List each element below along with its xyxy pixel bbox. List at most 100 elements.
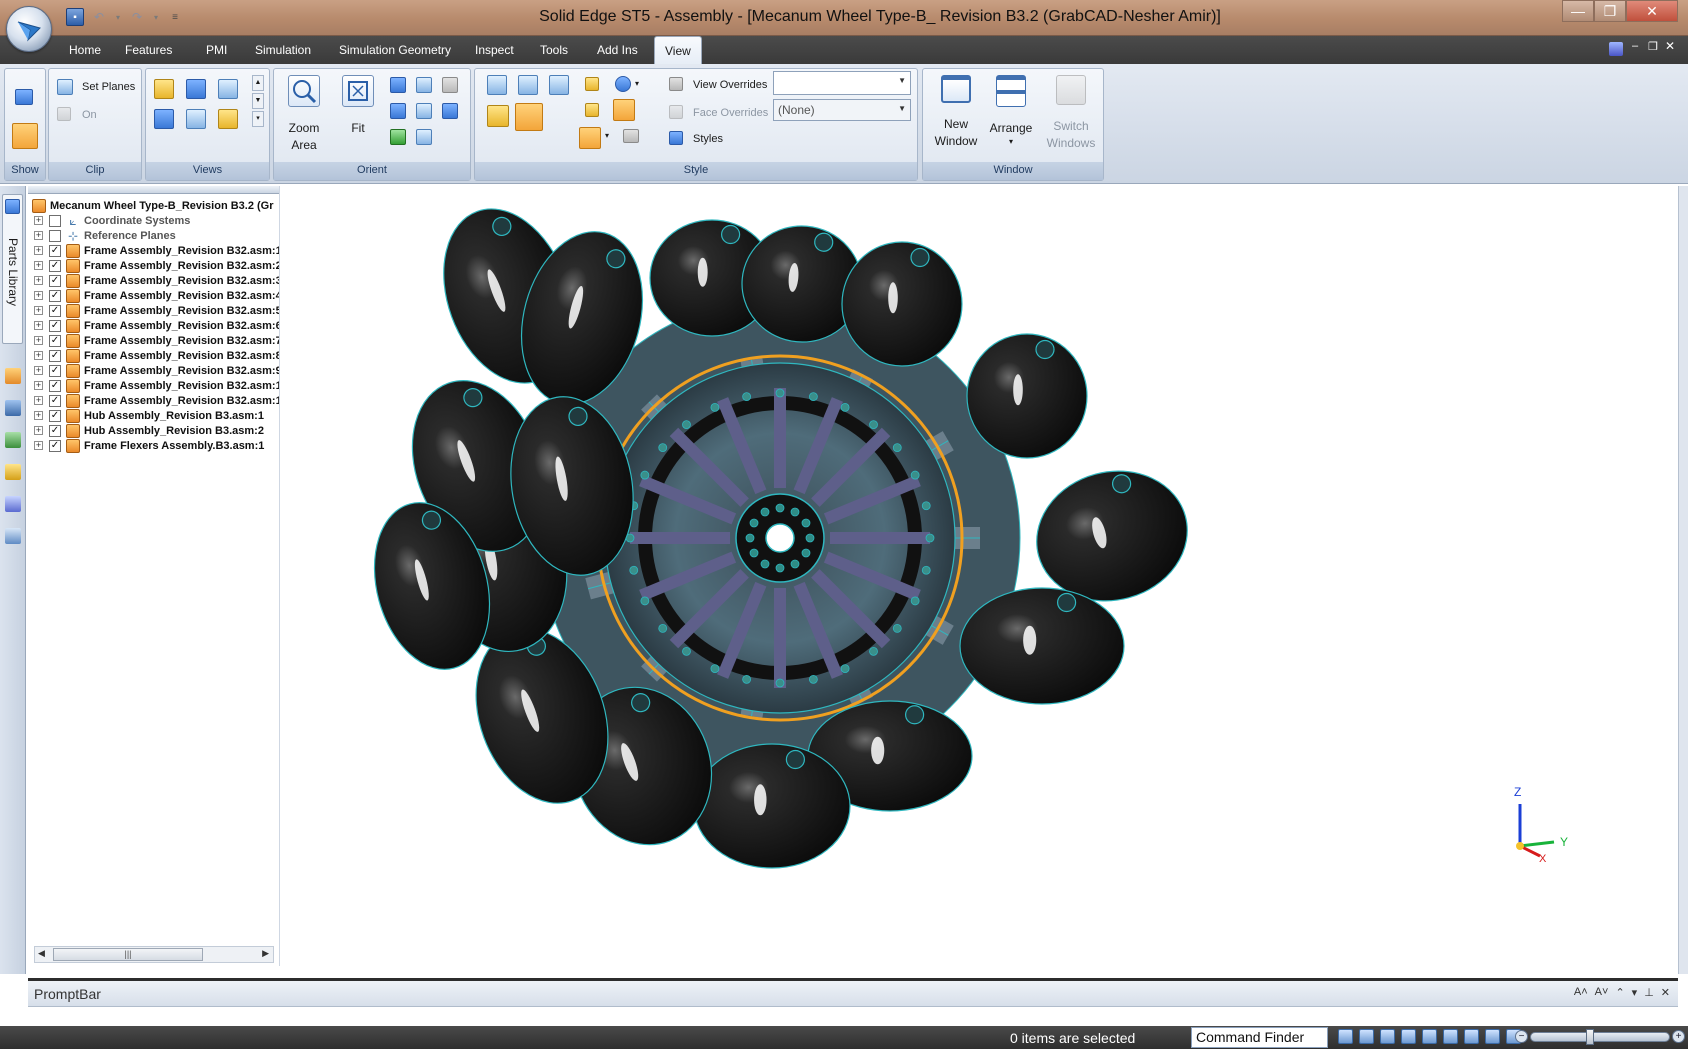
views-scroll-down-icon[interactable]: ▼ bbox=[252, 93, 264, 109]
new-window-button[interactable]: New Window bbox=[929, 75, 983, 148]
scroll-thumb[interactable]: ||| bbox=[53, 948, 203, 961]
visibility-checkbox[interactable]: ✓ bbox=[49, 304, 61, 317]
pathfinder-grip[interactable] bbox=[28, 186, 279, 194]
visibility-checkbox[interactable]: ✓ bbox=[49, 409, 61, 422]
scroll-left-icon[interactable]: ◀ bbox=[38, 948, 45, 959]
grid-icon[interactable] bbox=[623, 129, 639, 143]
display-mode-dropdown-icon[interactable]: ▾ bbox=[605, 131, 609, 140]
tree-item[interactable]: + ✓ Frame Assembly_Revision B32.asm:8 bbox=[34, 348, 279, 363]
view-bottom-icon[interactable] bbox=[186, 109, 206, 129]
visible-edges-icon[interactable] bbox=[487, 105, 509, 127]
features-library-icon[interactable] bbox=[5, 496, 21, 512]
set-planes-button[interactable]: Set Planes bbox=[82, 81, 135, 93]
visibility-checkbox[interactable]: ✓ bbox=[49, 424, 61, 437]
tab-pmi[interactable]: PMI bbox=[206, 43, 227, 57]
font-decrease-icon[interactable]: A˅ bbox=[1595, 986, 1609, 999]
views-more-icon[interactable]: ▾ bbox=[252, 111, 264, 127]
visibility-checkbox[interactable]: ✓ bbox=[49, 259, 61, 272]
save-icon[interactable]: ▪ bbox=[66, 8, 84, 26]
copy-view-icon[interactable] bbox=[442, 77, 458, 93]
lighting-icon[interactable] bbox=[585, 77, 599, 91]
expand-icon[interactable]: + bbox=[34, 411, 43, 420]
visibility-checkbox[interactable] bbox=[49, 214, 61, 227]
visibility-checkbox[interactable]: ✓ bbox=[49, 244, 61, 257]
redo-icon[interactable]: ↷ bbox=[128, 8, 146, 26]
sensors-icon[interactable] bbox=[5, 432, 21, 448]
rotate-status-icon[interactable] bbox=[1443, 1029, 1458, 1044]
graphics-window[interactable]: Z Y X bbox=[282, 186, 1678, 966]
tab-parts-library[interactable]: Parts Library bbox=[2, 194, 23, 344]
tree-item[interactable]: + ⟀ Coordinate Systems bbox=[34, 213, 190, 228]
minimize-button[interactable]: — bbox=[1562, 0, 1594, 22]
shaded-icon[interactable] bbox=[487, 75, 507, 95]
font-increase-icon[interactable]: A˄ bbox=[1574, 986, 1588, 999]
tree-item[interactable]: + ✓ Hub Assembly_Revision B3.asm:1 bbox=[34, 408, 264, 423]
zoom-status-icon[interactable] bbox=[1380, 1029, 1395, 1044]
view-left-icon[interactable] bbox=[154, 109, 174, 129]
expand-icon[interactable]: + bbox=[34, 441, 43, 450]
tree-item[interactable]: + ✓ Frame Assembly_Revision B32.asm:7 bbox=[34, 333, 279, 348]
views-scroll-up-icon[interactable]: ▲ bbox=[252, 75, 264, 91]
show-menu-icon[interactable] bbox=[15, 89, 33, 105]
tree-item[interactable]: + ✓ Frame Assembly_Revision B32.asm:2 bbox=[34, 258, 279, 273]
expand-icon[interactable]: + bbox=[34, 381, 43, 390]
tree-item[interactable]: + ✓ Frame Assembly_Revision B32.asm:3 bbox=[34, 273, 279, 288]
pin-icon[interactable]: ⊥ bbox=[1644, 986, 1654, 999]
tree-item[interactable]: + ✓ Hub Assembly_Revision B3.asm:2 bbox=[34, 423, 264, 438]
expand-icon[interactable]: + bbox=[34, 426, 43, 435]
tree-horizontal-scrollbar[interactable]: ◀ ||| ▶ bbox=[34, 946, 274, 963]
command-finder-input[interactable]: Command Finder bbox=[1191, 1027, 1328, 1048]
expand-icon[interactable]: + bbox=[34, 321, 43, 330]
visibility-checkbox[interactable]: ✓ bbox=[49, 439, 61, 452]
spin-about-icon[interactable] bbox=[416, 103, 432, 119]
view-style-icon[interactable] bbox=[613, 99, 635, 121]
expand-icon[interactable]: + bbox=[34, 261, 43, 270]
sketch-view-status-icon[interactable] bbox=[1464, 1029, 1479, 1044]
go-icon[interactable] bbox=[1338, 1029, 1353, 1044]
pathfinder-icon[interactable] bbox=[5, 368, 21, 384]
visibility-checkbox[interactable]: ✓ bbox=[49, 319, 61, 332]
tree-item[interactable]: + ✓ Frame Assembly_Revision B32.asm:4 bbox=[34, 288, 279, 303]
expand-icon[interactable]: + bbox=[34, 246, 43, 255]
visibility-checkbox[interactable]: ✓ bbox=[49, 334, 61, 347]
named-views-icon[interactable] bbox=[416, 129, 432, 145]
zoom-slider-knob[interactable] bbox=[1586, 1029, 1594, 1045]
styles-button[interactable]: Styles bbox=[693, 133, 723, 145]
restore-button[interactable]: ❐ bbox=[1594, 0, 1626, 22]
tree-item[interactable]: + ✓ Frame Flexers Assembly.B3.asm:1 bbox=[34, 438, 264, 453]
expand-icon[interactable]: + bbox=[34, 291, 43, 300]
tab-add-ins[interactable]: Add Ins bbox=[597, 43, 638, 57]
tree-item[interactable]: + ✓ Frame Assembly_Revision B32.asm:11 bbox=[34, 393, 279, 408]
tab-tools[interactable]: Tools bbox=[540, 43, 568, 57]
face-overrides-select[interactable]: (None) ▼ bbox=[773, 99, 911, 121]
tree-item[interactable]: + ⊹ Reference Planes bbox=[34, 228, 176, 243]
zoom-out-button[interactable]: − bbox=[1515, 1030, 1528, 1043]
tab-features[interactable]: Features bbox=[125, 43, 172, 57]
zoom-icon[interactable] bbox=[390, 77, 406, 93]
visibility-checkbox[interactable]: ✓ bbox=[49, 394, 61, 407]
tab-simulation[interactable]: Simulation bbox=[255, 43, 311, 57]
fit-button[interactable]: Fit bbox=[334, 75, 382, 135]
options-dropdown-icon[interactable]: ▾ bbox=[1632, 986, 1638, 999]
shaded-visible-edges-icon[interactable] bbox=[515, 103, 543, 131]
view-overrides-select[interactable]: ▼ bbox=[773, 71, 911, 95]
alternate-assemblies-icon[interactable] bbox=[5, 528, 21, 544]
close-button[interactable]: ✕ bbox=[1626, 0, 1678, 22]
expand-icon[interactable]: + bbox=[34, 351, 43, 360]
doc-minimize-button[interactable]: – bbox=[1632, 40, 1638, 52]
scroll-right-icon[interactable]: ▶ bbox=[262, 948, 269, 959]
background-icon[interactable] bbox=[615, 76, 631, 92]
tab-view[interactable]: View bbox=[654, 36, 702, 65]
expand-icon[interactable]: + bbox=[34, 336, 43, 345]
rotate-icon[interactable] bbox=[390, 129, 406, 145]
visibility-checkbox[interactable]: ✓ bbox=[49, 349, 61, 362]
tree-item[interactable]: + ✓ Frame Assembly_Revision B32.asm:9 bbox=[34, 363, 279, 378]
layers-icon[interactable] bbox=[5, 400, 21, 416]
help-icon[interactable] bbox=[1609, 42, 1623, 56]
tree-item[interactable]: + ✓ Frame Assembly_Revision B32.asm:5 bbox=[34, 303, 279, 318]
wireframe-icon[interactable] bbox=[549, 75, 569, 95]
tree-item[interactable]: + ✓ Frame Assembly_Revision B32.asm:10 bbox=[34, 378, 279, 393]
undo-dropdown-icon[interactable]: ▾ bbox=[114, 8, 122, 26]
clip-on-button[interactable]: On bbox=[82, 109, 97, 121]
tab-simulation-geometry[interactable]: Simulation Geometry bbox=[339, 43, 451, 57]
